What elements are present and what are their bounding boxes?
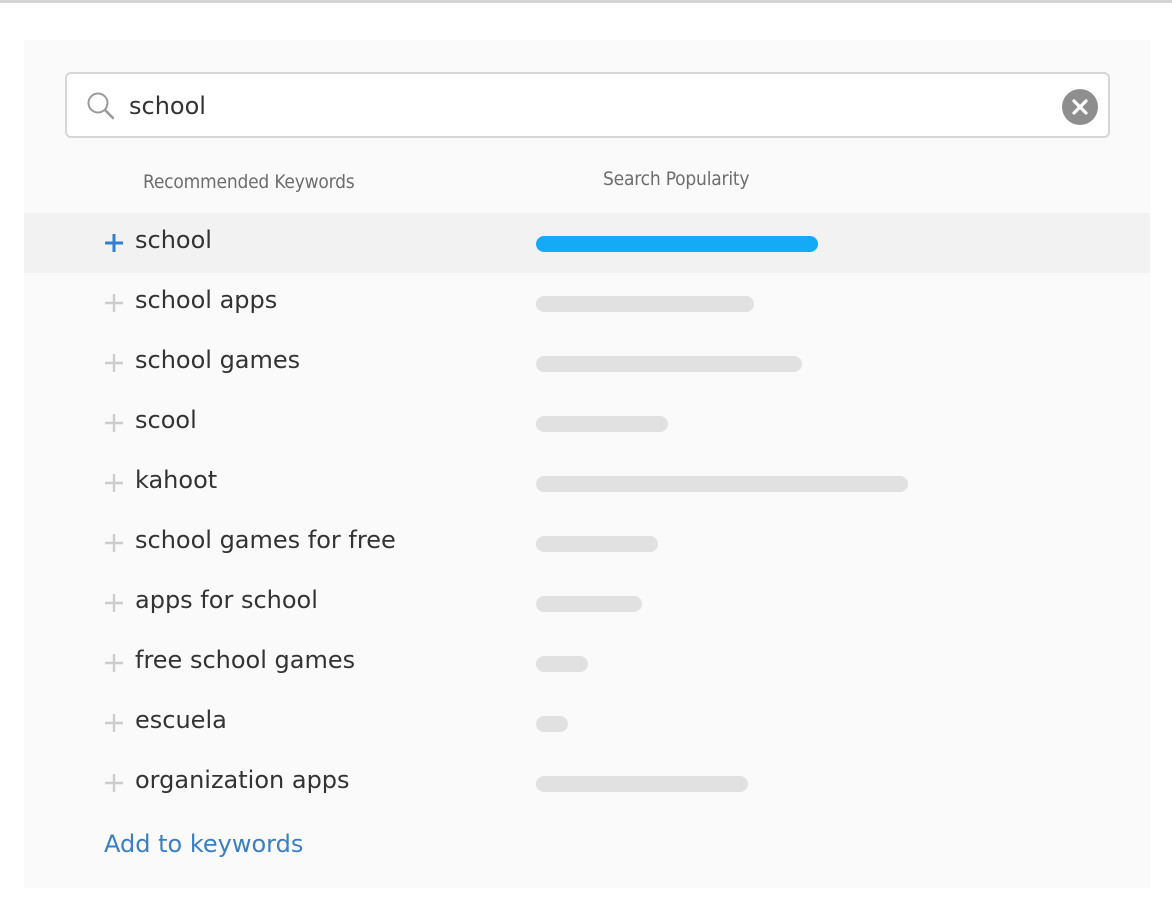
keyword-row[interactable]: kahoot [24, 453, 1150, 513]
clear-search-button[interactable] [1062, 89, 1098, 125]
recommended-keywords-header: Recommended Keywords [143, 171, 355, 193]
popularity-bar [536, 476, 908, 492]
keyword-label: apps for school [135, 586, 318, 614]
keyword-label: school games [135, 346, 301, 374]
keyword-row[interactable]: school games [24, 333, 1150, 393]
popularity-bar [536, 416, 668, 432]
popularity-bar [536, 236, 818, 252]
keyword-row[interactable]: organization apps [24, 753, 1150, 813]
add-keyword-plus-icon[interactable] [104, 713, 124, 733]
keyword-label: free school games [135, 646, 356, 674]
search-popularity-header: Search Popularity [603, 168, 750, 190]
close-icon [1072, 99, 1088, 115]
add-keyword-plus-icon[interactable] [104, 593, 124, 613]
keyword-label: school [135, 226, 212, 254]
keyword-label: scool [135, 406, 197, 434]
add-keyword-plus-icon[interactable] [104, 233, 124, 253]
popularity-bar [536, 776, 748, 792]
popularity-bar [536, 716, 568, 732]
popularity-bar [536, 296, 754, 312]
keyword-row[interactable]: escuela [24, 693, 1150, 753]
popularity-bar [536, 656, 588, 672]
keyword-row[interactable]: apps for school [24, 573, 1150, 633]
keyword-row[interactable]: free school games [24, 633, 1150, 693]
keyword-row[interactable]: school apps [24, 273, 1150, 333]
add-keyword-plus-icon[interactable] [104, 293, 124, 313]
keyword-row[interactable]: scool [24, 393, 1150, 453]
add-keyword-plus-icon[interactable] [104, 653, 124, 673]
search-icon [85, 90, 117, 122]
add-keyword-plus-icon[interactable] [104, 773, 124, 793]
keyword-label: school apps [135, 286, 278, 314]
keyword-label: kahoot [135, 466, 218, 494]
top-divider [0, 0, 1172, 3]
keyword-panel: Recommended Keywords Search Popularity s… [24, 40, 1150, 888]
keyword-label: school games for free [135, 526, 396, 554]
add-keyword-plus-icon[interactable] [104, 413, 124, 433]
search-box[interactable] [65, 72, 1110, 138]
keyword-label: escuela [135, 706, 227, 734]
add-keyword-plus-icon[interactable] [104, 473, 124, 493]
keyword-row[interactable]: school games for free [24, 513, 1150, 573]
popularity-bar [536, 356, 802, 372]
popularity-bar [536, 536, 658, 552]
keyword-list: school school apps school games scool kahoot… [24, 213, 1150, 813]
add-keyword-plus-icon[interactable] [104, 353, 124, 373]
popularity-bar [536, 596, 642, 612]
add-to-keywords-link[interactable]: Add to keywords [104, 830, 303, 858]
search-input[interactable] [129, 86, 1029, 126]
keyword-label: organization apps [135, 766, 350, 794]
add-keyword-plus-icon[interactable] [104, 533, 124, 553]
keyword-row[interactable]: school [24, 213, 1150, 273]
